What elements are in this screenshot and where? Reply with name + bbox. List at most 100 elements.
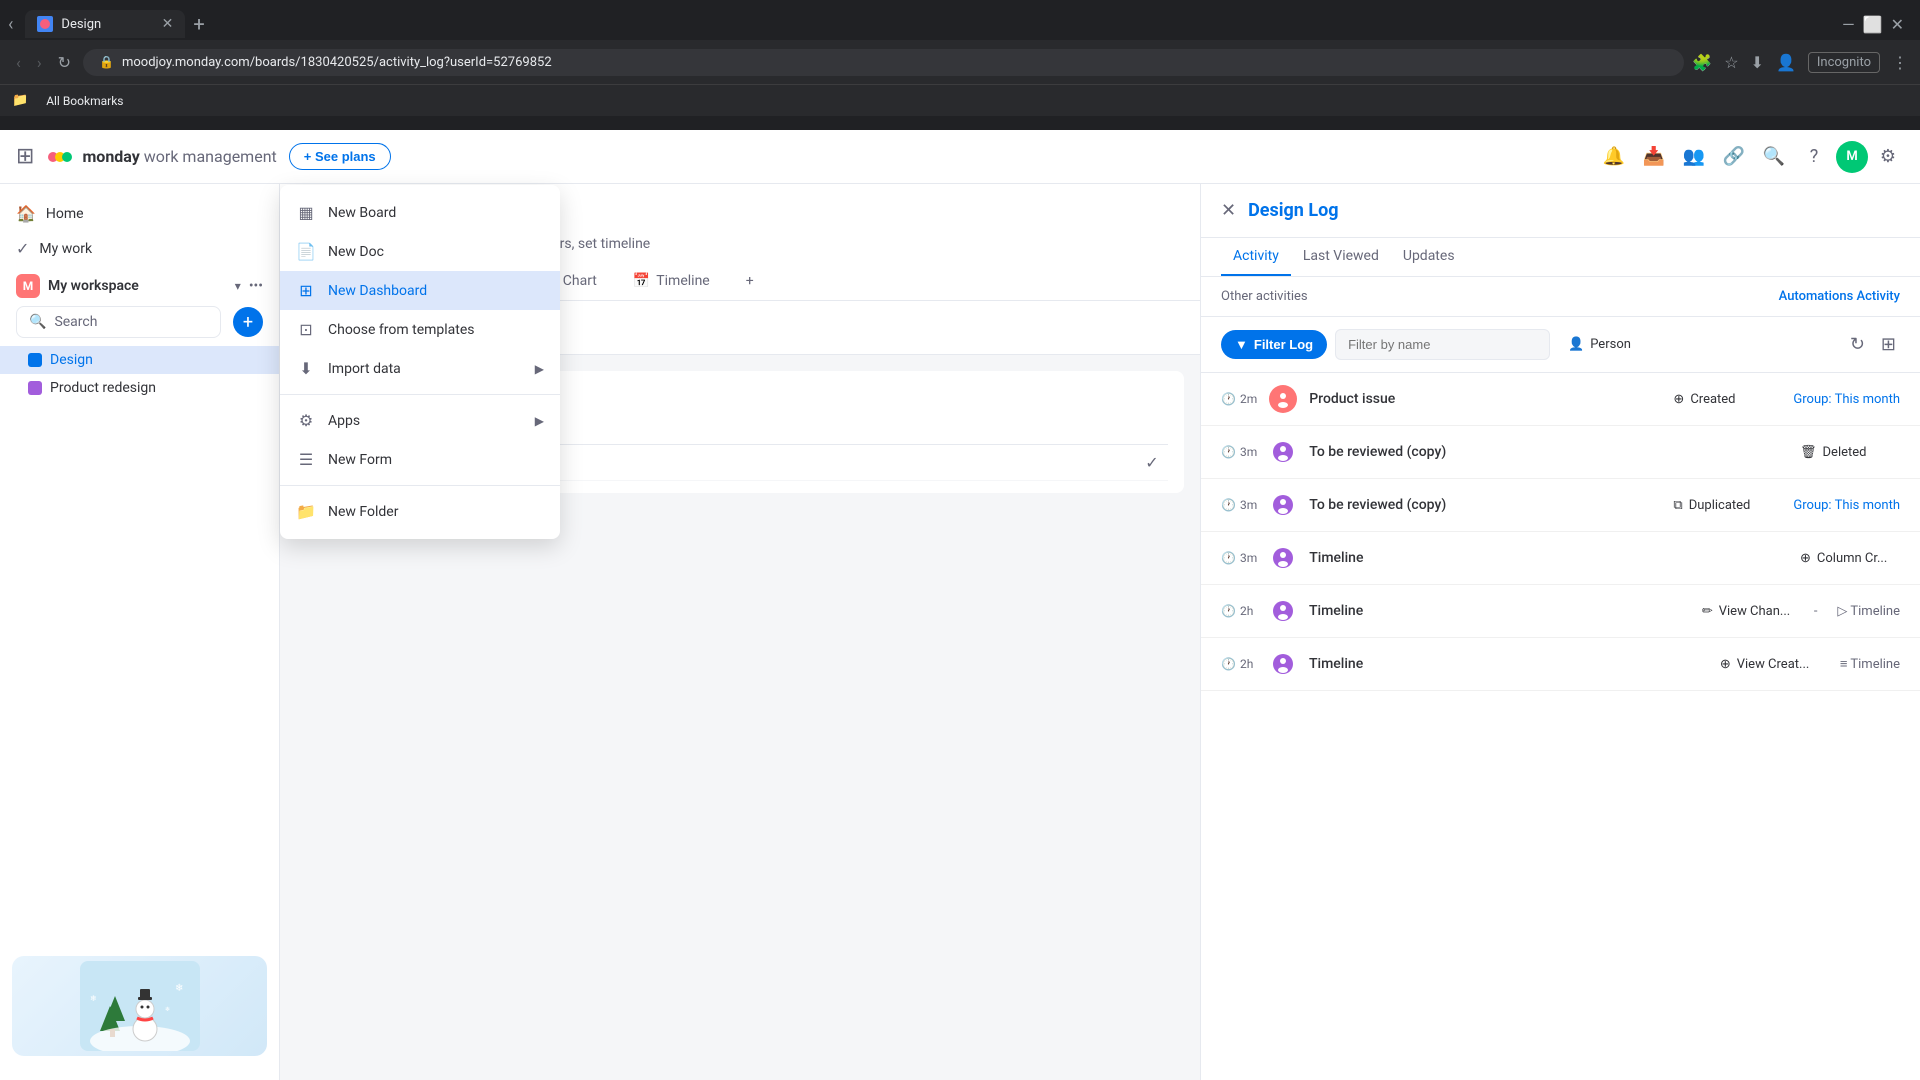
sidebar-item-home[interactable]: 🏠 Home: [0, 196, 279, 231]
url-bar[interactable]: 🔒 moodjoy.monday.com/boards/1830420525/a…: [83, 49, 1684, 76]
browser-chrome: ‹ Design ✕ + — ⬜ ✕ ‹ › ↻ 🔒 moodjoy.monda…: [0, 0, 1920, 130]
active-tab[interactable]: Design ✕: [25, 10, 185, 38]
add-new-button[interactable]: +: [233, 307, 263, 337]
workspace-more-icon[interactable]: •••: [249, 278, 263, 294]
panel-tab-activity[interactable]: Activity: [1221, 238, 1291, 276]
activity-list: 🕐 2m Product issue ⊕ Created Group: This…: [1201, 373, 1920, 1080]
filter-log-label: Filter Log: [1254, 337, 1313, 352]
panel-title: Design Log: [1248, 200, 1338, 221]
url-text: moodjoy.monday.com/boards/1830420525/act…: [122, 55, 552, 70]
person-filter[interactable]: 👤 Person: [1558, 331, 1641, 358]
back-btn[interactable]: ‹: [8, 14, 13, 35]
board-item-design[interactable]: Design: [0, 346, 279, 374]
action-icon-0: ⊕: [1673, 392, 1684, 407]
people-btn[interactable]: 👥: [1676, 139, 1712, 175]
user-avatar[interactable]: M: [1836, 141, 1868, 173]
dropdown-import-data[interactable]: ⬇ Import data ▶: [280, 349, 560, 388]
dropdown-choose-templates[interactable]: ⊡ Choose from templates: [280, 310, 560, 349]
apps-arrow-icon: ▶: [535, 414, 544, 428]
window-controls: — ⬜ ✕: [1842, 15, 1912, 34]
sidebar-item-mywork[interactable]: ✓ My work: [0, 231, 279, 266]
minimize-btn[interactable]: —: [1842, 15, 1855, 34]
main-layout: 🏠 Home ✓ My work M My workspace ▾ ••• 🔍 …: [0, 184, 1920, 1080]
board-label-product: Product redesign: [50, 380, 156, 396]
close-window-btn[interactable]: ✕: [1891, 15, 1904, 34]
search-box[interactable]: 🔍 Search: [16, 306, 221, 338]
notifications-btn[interactable]: 🔔: [1596, 139, 1632, 175]
activity-avatar-1: [1269, 438, 1297, 466]
reload-btn[interactable]: ↻: [54, 49, 75, 76]
settings-btn[interactable]: ⚙: [1872, 141, 1904, 173]
app-grid-icon[interactable]: ⊞: [16, 144, 34, 169]
snowman-area: ❄ ❄ ❄: [0, 944, 279, 1068]
workspace-avatar: M: [16, 274, 40, 298]
tab-favicon: [37, 16, 53, 32]
see-plans-button[interactable]: + See plans: [289, 143, 391, 170]
tab-timeline[interactable]: 📅 Timeline: [617, 264, 726, 300]
panel-close-btn[interactable]: ✕: [1221, 200, 1236, 221]
activity-avatar-5: [1269, 650, 1297, 678]
dropdown-apps[interactable]: ⚙ Apps ▶: [280, 401, 560, 440]
back-nav-btn[interactable]: ‹: [12, 49, 25, 76]
search-nav-btn[interactable]: 🔍: [1756, 139, 1792, 175]
search-row: 🔍 Search +: [0, 306, 279, 346]
choose-templates-label: Choose from templates: [328, 322, 475, 338]
star-bookmark-icon[interactable]: ☆: [1724, 53, 1738, 72]
workspace-chevron-icon: ▾: [235, 279, 241, 293]
dropdown-new-dashboard[interactable]: ⊞ New Dashboard: [280, 271, 560, 310]
timeline-label: Timeline: [656, 273, 709, 289]
maximize-btn[interactable]: ⬜: [1863, 15, 1883, 34]
action-icon-3: ⊕: [1800, 551, 1811, 566]
dropdown-new-form[interactable]: ☰ New Form: [280, 440, 560, 479]
choose-templates-icon: ⊡: [296, 320, 316, 339]
activity-item-name-1: To be reviewed (copy): [1309, 444, 1788, 460]
activity-row: 🕐 2h Timeline ✏ View Chan... - ▷ Timelin…: [1201, 585, 1920, 638]
all-bookmarks-link[interactable]: All Bookmarks: [40, 92, 129, 110]
download-icon[interactable]: ⬇: [1751, 53, 1764, 72]
new-tab-btn[interactable]: +: [193, 12, 204, 36]
mywork-label: My work: [39, 241, 92, 257]
activity-item-name-4: Timeline: [1309, 603, 1690, 619]
board-color-product: [28, 381, 42, 395]
filter-log-btn[interactable]: ▼ Filter Log: [1221, 330, 1327, 359]
new-form-label: New Form: [328, 452, 392, 468]
columns-icon[interactable]: ⊞: [1877, 330, 1900, 359]
activity-extra-4: -: [1814, 604, 1818, 619]
address-bar: ‹ › ↻ 🔒 moodjoy.monday.com/boards/183042…: [0, 40, 1920, 84]
bar-actions: 🧩 ☆ ⬇ 👤 Incognito ⋮: [1692, 52, 1908, 73]
clock-icon-3: 🕐: [1221, 551, 1236, 565]
activity-avatar-2: [1269, 491, 1297, 519]
tab-add[interactable]: +: [730, 264, 770, 300]
filter-log-icon: ▼: [1235, 337, 1248, 352]
activity-action-1: 🗑 Deleted: [1800, 445, 1900, 460]
activity-extra2-5: ≡ Timeline: [1840, 656, 1900, 672]
activity-time-2: 🕐 3m: [1221, 498, 1257, 512]
profile-icon[interactable]: 👤: [1776, 53, 1796, 72]
chrome-menu-icon[interactable]: ⋮: [1892, 53, 1908, 72]
dropdown-new-doc[interactable]: 📄 New Doc: [280, 232, 560, 271]
board-color-design: [28, 353, 42, 367]
activity-action-2: ⧉ Duplicated: [1673, 498, 1773, 513]
board-item-product-redesign[interactable]: Product redesign: [0, 374, 279, 402]
other-activities-bar: Other activities Automations Activity: [1201, 277, 1920, 317]
dropdown-new-board[interactable]: ▦ New Board: [280, 193, 560, 232]
extension-icon[interactable]: 🧩: [1692, 53, 1712, 72]
refresh-icon[interactable]: ↻: [1846, 330, 1869, 359]
snowman-svg: ❄ ❄ ❄: [80, 961, 200, 1051]
filter-by-name-input[interactable]: [1335, 329, 1550, 360]
action-icon-1: 🗑: [1800, 445, 1817, 460]
panel-title-prefix: Design: [1248, 200, 1304, 221]
panel-tab-updates[interactable]: Updates: [1391, 238, 1467, 276]
inbox-btn[interactable]: 📥: [1636, 139, 1672, 175]
panel-tab-last-viewed[interactable]: Last Viewed: [1291, 238, 1391, 276]
bookmarks-bar: 📁 All Bookmarks: [0, 84, 1920, 116]
tab-close-btn[interactable]: ✕: [162, 16, 174, 32]
forward-nav-btn[interactable]: ›: [33, 49, 46, 76]
help-btn[interactable]: ?: [1796, 139, 1832, 175]
automations-activity-link[interactable]: Automations Activity: [1779, 289, 1900, 304]
dropdown-new-folder[interactable]: 📁 New Folder: [280, 492, 560, 531]
workspace-header[interactable]: M My workspace ▾ •••: [0, 266, 279, 306]
invite-btn[interactable]: 🔗: [1716, 139, 1752, 175]
dropdown-menu: ▦ New Board 📄 New Doc ⊞ New Dashboard ⊡ …: [280, 185, 560, 539]
activity-action-4: ✏ View Chan...: [1702, 604, 1802, 619]
